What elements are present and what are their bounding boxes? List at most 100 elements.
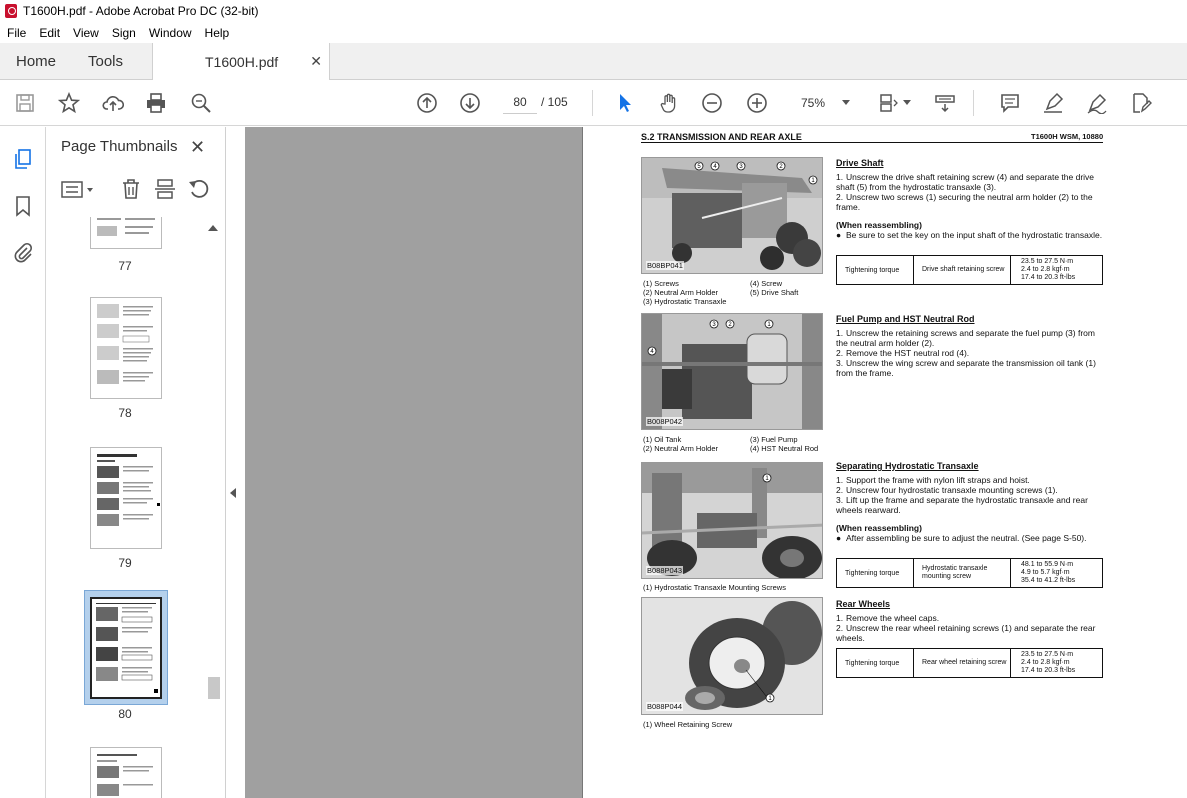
step-item: 2. Unscrew the rear wheel retaining screw… xyxy=(836,623,1096,643)
step-item: 1. Unscrew the retaining screws and separ… xyxy=(836,328,1095,348)
zoom-search-icon[interactable] xyxy=(189,91,213,115)
tab-tools[interactable]: Tools xyxy=(76,43,152,80)
page-thumbnail[interactable] xyxy=(90,747,162,798)
next-page-icon[interactable] xyxy=(458,91,482,115)
section-title: Fuel Pump and HST Neutral Rod xyxy=(836,314,975,324)
photo-caption: (1) Wheel Retaining Screw xyxy=(643,720,733,729)
section-title: Rear Wheels xyxy=(836,599,891,609)
highlight-pen-icon[interactable] xyxy=(1041,91,1065,115)
page-number-input[interactable]: 80 xyxy=(503,90,537,114)
page-thumbnails-icon[interactable] xyxy=(11,147,35,171)
document-tab-label: T1600H.pdf xyxy=(205,54,279,70)
photo-caption: (3) Hydrostatic Transaxle xyxy=(643,297,727,306)
zoom-value: 75% xyxy=(801,96,826,110)
page-header-right: T1600H WSM, 10880 xyxy=(1031,132,1104,141)
scroll-mode-icon[interactable] xyxy=(933,91,957,115)
close-icon[interactable]: ✕ xyxy=(190,137,205,158)
window-title: T1600H.pdf - Adobe Acrobat Pro DC (32-bi… xyxy=(23,4,259,18)
section-title: Drive Shaft xyxy=(836,158,884,168)
rotate-icon[interactable] xyxy=(188,178,210,200)
page-thumbnails-panel: Page Thumbnails ✕ 77 78 79 80 xyxy=(46,127,226,798)
zoom-dropdown[interactable]: 75% xyxy=(792,91,856,115)
menu-sign[interactable]: Sign xyxy=(106,26,142,40)
collapse-panel-arrow-icon[interactable] xyxy=(230,488,236,498)
viewer-gutter xyxy=(227,127,245,798)
photo-caption: (5) Drive Shaft xyxy=(750,288,799,297)
torque-table: Tightening torque Drive shaft retaining … xyxy=(836,255,1103,285)
rear-wheels-photo: 1 B088P044 xyxy=(641,597,823,715)
scrollbar-thumb[interactable] xyxy=(208,677,220,699)
hand-tool-icon[interactable] xyxy=(657,91,681,115)
document-viewer[interactable]: S.2 TRANSMISSION AND REAR AXLE T1600H WS… xyxy=(227,127,1187,798)
reassembly-title: (When reassembling) xyxy=(836,220,922,230)
save-icon[interactable] xyxy=(13,91,37,115)
toolbar-separator xyxy=(973,90,974,116)
page-thumbnail[interactable] xyxy=(90,297,162,399)
chevron-down-icon[interactable] xyxy=(903,100,911,105)
menu-help[interactable]: Help xyxy=(199,26,236,40)
panel-title: Page Thumbnails xyxy=(61,138,178,155)
photo-caption: (2) Neutral Arm Holder xyxy=(643,444,719,453)
step-item: 3. Lift up the frame and separate the hyd… xyxy=(836,495,1088,515)
tab-home[interactable]: Home xyxy=(0,43,76,80)
step-item: 2. Remove the HST neutral rod (4). xyxy=(836,348,970,358)
step-item: 1. Unscrew the drive shaft retaining scre… xyxy=(836,172,1095,192)
tab-document[interactable]: T1600H.pdf ✕ xyxy=(152,43,330,81)
thumbnail-scrollbar[interactable] xyxy=(204,217,220,798)
page-thumbnail[interactable] xyxy=(90,447,162,549)
header-rule xyxy=(641,142,1103,143)
photo-caption: (1) Screws xyxy=(643,279,679,288)
thumbnail-options-icon[interactable] xyxy=(61,180,97,200)
photo-caption: (3) Fuel Pump xyxy=(750,435,798,444)
step-item: 1. Remove the wheel caps. xyxy=(836,613,940,623)
print-icon[interactable] xyxy=(144,91,168,115)
sign-pen-icon[interactable] xyxy=(1085,91,1109,115)
thumbnail-page-number: 78 xyxy=(118,406,132,420)
extract-pages-icon[interactable] xyxy=(154,178,176,200)
zoom-in-icon[interactable] xyxy=(745,91,769,115)
select-cursor-icon[interactable] xyxy=(613,91,637,115)
menu-edit[interactable]: Edit xyxy=(33,26,66,40)
upload-cloud-icon[interactable] xyxy=(101,91,125,115)
comment-icon[interactable] xyxy=(998,91,1022,115)
reassembly-note: ● After assembling be sure to adjust the … xyxy=(836,533,1087,543)
chevron-down-icon xyxy=(842,100,850,105)
pdf-page: S.2 TRANSMISSION AND REAR AXLE T1600H WS… xyxy=(582,127,1187,798)
scroll-up-arrow-icon[interactable] xyxy=(208,225,218,231)
photo-caption: (4) HST Neutral Rod xyxy=(750,444,819,453)
page-total: / 105 xyxy=(541,95,568,109)
tab-bar: Home Tools T1600H.pdf ✕ xyxy=(0,43,1187,81)
zoom-out-icon[interactable] xyxy=(700,91,724,115)
reassembly-title: (When reassembling) xyxy=(836,523,922,533)
previous-page-icon[interactable] xyxy=(415,91,439,115)
menu-window[interactable]: Window xyxy=(143,26,198,40)
delete-trash-icon[interactable] xyxy=(120,178,142,200)
thumbnail-list: 77 78 79 80 xyxy=(46,217,204,798)
torque-table: Tightening torque Hydrostatic transaxle … xyxy=(836,558,1103,588)
page-thumbnail-current[interactable] xyxy=(90,597,162,699)
photo-code: B088P043 xyxy=(646,566,684,575)
menu-file[interactable]: File xyxy=(1,26,32,40)
photo-code: B008P042 xyxy=(646,417,684,426)
step-item: 3. Unscrew the wing screw and separate th… xyxy=(836,358,1096,378)
bookmark-icon[interactable] xyxy=(11,194,35,218)
attachment-paperclip-icon[interactable] xyxy=(11,240,35,264)
photo-caption: (4) Screw xyxy=(750,279,783,288)
close-icon[interactable]: ✕ xyxy=(310,53,322,70)
fit-page-icon[interactable] xyxy=(876,91,900,115)
thumbnail-page-number: 79 xyxy=(118,556,132,570)
step-item: 2. Unscrew four hydrostatic transaxle mou… xyxy=(836,485,1058,495)
photo-caption: (2) Neutral Arm Holder xyxy=(643,288,719,297)
step-item: 2. Unscrew two screws (1) securing the ne… xyxy=(836,192,1093,212)
page-thumbnail[interactable] xyxy=(90,217,162,249)
step-item: 1. Support the frame with nylon lift stra… xyxy=(836,475,1030,485)
menu-view[interactable]: View xyxy=(67,26,105,40)
toolbar xyxy=(0,80,1187,126)
bookmark-star-icon[interactable] xyxy=(57,91,81,115)
menu-bar: File Edit View Sign Window Help xyxy=(0,22,1187,43)
thumbnail-page-number: 77 xyxy=(118,259,132,273)
reassembly-note: ● Be sure to set the key on the input sha… xyxy=(836,230,1103,240)
fuel-pump-photo: 3214 B008P042 xyxy=(641,313,823,430)
acrobat-app-icon xyxy=(5,4,17,18)
edit-document-icon[interactable] xyxy=(1129,91,1153,115)
